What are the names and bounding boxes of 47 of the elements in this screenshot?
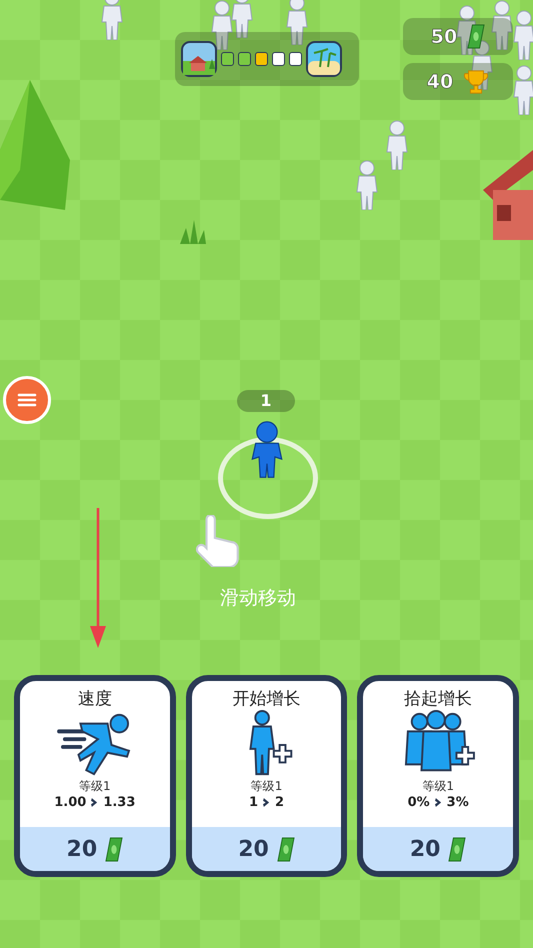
cabin-thumbnail-icon — [181, 41, 217, 77]
player-figure-icon — [250, 420, 284, 478]
crowd-figure-icon — [210, 0, 234, 50]
trophy-count: 40 — [426, 70, 454, 92]
next-value: 2 — [275, 795, 284, 810]
beach-thumbnail-icon — [306, 41, 342, 77]
upgrade-card[interactable]: 拾起增长 等级1 0% 3% 20 — [357, 675, 520, 877]
cash-count: 50 — [430, 26, 458, 48]
crowd-figure-icon — [100, 0, 124, 40]
cash-icon — [448, 836, 466, 862]
upgrade-cost: 20 — [238, 836, 269, 862]
next-value: 1.33 — [103, 795, 136, 810]
upgrade-title: 速度 — [78, 688, 112, 710]
swipe-hint: 滑动移动 — [220, 586, 296, 611]
crowd-figure-icon — [230, 0, 254, 38]
crowd-figure-icon — [512, 10, 533, 60]
current-value: 1 — [248, 795, 258, 810]
crowd-figure-icon — [285, 0, 309, 45]
upgrade-cost: 20 — [66, 836, 98, 862]
chevron-icon — [263, 797, 270, 808]
upgrade-cost: 20 — [410, 836, 440, 862]
upgrade-level: 等级1 — [422, 778, 454, 795]
upgrade-card[interactable]: 速度 等级1 1.00 1.33 20 — [14, 675, 176, 877]
upgrade-level: 等级1 — [79, 778, 111, 795]
menu-icon — [17, 392, 37, 408]
crowd-figure-icon — [355, 160, 379, 210]
menu-button[interactable] — [3, 376, 51, 424]
cash-icon — [105, 836, 124, 862]
chevron-icon — [91, 797, 98, 808]
trophy-icon — [463, 68, 490, 94]
grass-icon — [178, 220, 208, 244]
upgrade-card[interactable]: 开始增长 等级1 1 2 20 — [186, 675, 348, 877]
crowd-figure-icon — [512, 65, 533, 115]
crowd-figure-icon — [490, 0, 514, 50]
cash-icon — [276, 836, 295, 862]
crowd-figure-icon — [385, 120, 409, 170]
down-arrow-icon — [88, 508, 108, 648]
pointing-hand-icon — [196, 515, 242, 567]
current-value: 0% — [408, 795, 430, 810]
upgrade-level: 等级1 — [250, 778, 282, 795]
upgrade-title: 拾起增长 — [404, 688, 472, 710]
chevron-icon — [434, 797, 442, 808]
cash-icon — [467, 24, 486, 49]
upgrade-title: 开始增长 — [232, 688, 300, 710]
player-count-badge: 1 — [237, 390, 295, 412]
current-value: 1.00 — [54, 795, 86, 810]
next-value: 3% — [446, 795, 469, 810]
